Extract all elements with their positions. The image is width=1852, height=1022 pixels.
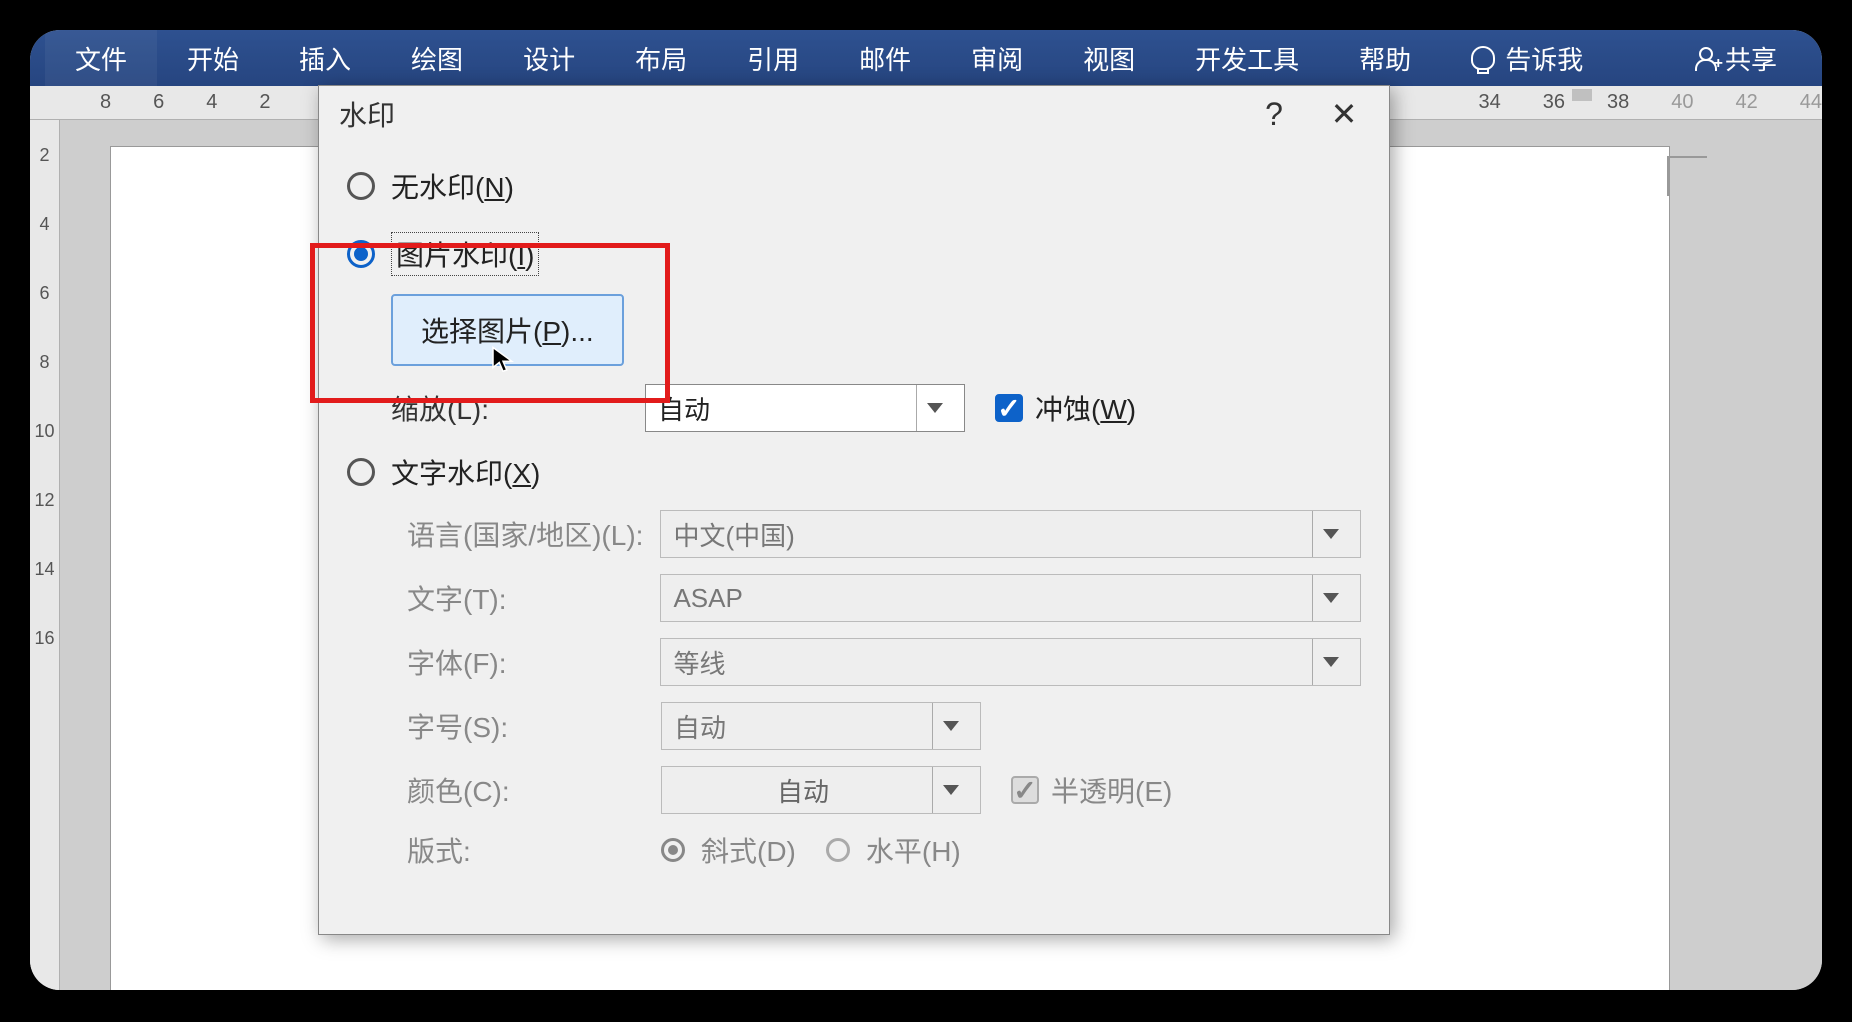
radio-label: 无水印(N): [391, 166, 514, 206]
tell-me-search[interactable]: 告诉我: [1471, 40, 1583, 77]
tab-help[interactable]: 帮助: [1329, 30, 1441, 86]
ruler-tick: 8: [100, 91, 111, 114]
language-label: 语言(国家/地区)(L):: [407, 514, 660, 554]
font-combobox: 等线: [660, 638, 1361, 686]
radio-label: 斜式(D): [701, 830, 796, 870]
margin-indicator-icon[interactable]: [1572, 89, 1592, 101]
combo-value: 自动: [674, 772, 932, 809]
watermark-dialog: 水印 ? ✕ 无水印(N) 图片水印(I) 选择图片(P)... 缩放(L):: [318, 85, 1390, 935]
ruler-tick: 4: [206, 91, 217, 114]
color-combobox: 自动: [661, 766, 981, 814]
ruler-tick: 10: [34, 421, 54, 442]
tab-design[interactable]: 设计: [493, 30, 605, 86]
chevron-down-icon: [916, 385, 952, 431]
radio-label: 图片水印(I): [391, 232, 539, 276]
ruler-tick: 8: [39, 352, 49, 373]
tab-developer[interactable]: 开发工具: [1165, 30, 1329, 86]
chevron-down-icon: [1312, 639, 1348, 685]
combo-value: 等线: [673, 644, 725, 681]
ruler-tick: 16: [34, 628, 54, 649]
page-corner-mark-icon: [1667, 156, 1707, 196]
font-label: 字体(F):: [407, 642, 660, 682]
chevron-down-icon: [1312, 575, 1348, 621]
vertical-ruler: 2 4 6 8 10 12 14 16: [30, 120, 60, 990]
radio-horizontal: 水平(H): [826, 830, 961, 870]
ruler-tick: 6: [153, 91, 164, 114]
tab-view[interactable]: 视图: [1053, 30, 1165, 86]
combo-value: 自动: [658, 390, 710, 427]
radio-icon: [347, 458, 375, 486]
radio-no-watermark[interactable]: 无水印(N): [347, 162, 1361, 210]
ruler-tick: 4: [39, 214, 49, 235]
combo-value: ASAP: [673, 583, 742, 614]
radio-icon: [347, 172, 375, 200]
ruler-tick: 36: [1543, 91, 1565, 114]
text-combobox: ASAP: [660, 574, 1361, 622]
dialog-close-button[interactable]: ✕: [1319, 89, 1369, 139]
dialog-title: 水印: [339, 94, 395, 134]
language-combobox: 中文(中国): [660, 510, 1361, 558]
ruler-tick: 6: [39, 283, 49, 304]
radio-label: 水平(H): [866, 830, 961, 870]
chevron-down-icon: [932, 767, 968, 813]
layout-label: 版式:: [407, 830, 661, 870]
text-label: 文字(T):: [407, 578, 660, 618]
tab-review[interactable]: 审阅: [941, 30, 1053, 86]
lightbulb-icon: [1471, 46, 1495, 70]
person-plus-icon: +: [1695, 47, 1717, 69]
washout-checkbox[interactable]: ✓ 冲蚀(W): [995, 388, 1136, 428]
ruler-tick: 14: [34, 559, 54, 580]
chevron-down-icon: [1312, 511, 1348, 557]
ruler-tick: 40: [1671, 91, 1693, 114]
tab-draw[interactable]: 绘图: [381, 30, 493, 86]
color-label: 颜色(C):: [407, 770, 661, 810]
radio-icon: [347, 240, 375, 268]
checkbox-label: 冲蚀(W): [1035, 388, 1136, 428]
dialog-help-button[interactable]: ?: [1249, 89, 1299, 139]
radio-label: 文字水印(X): [391, 452, 540, 492]
ruler-tick: 2: [39, 145, 49, 166]
combo-value: 中文(中国): [673, 516, 794, 553]
ruler-tick: 38: [1607, 91, 1629, 114]
tab-mailings[interactable]: 邮件: [829, 30, 941, 86]
radio-diagonal: 斜式(D): [661, 830, 796, 870]
checkbox-icon: ✓: [995, 394, 1023, 422]
dialog-body: 无水印(N) 图片水印(I) 选择图片(P)... 缩放(L): 自动 ✓: [319, 142, 1389, 896]
ruler-tick: 44: [1800, 91, 1822, 114]
checkbox-icon: ✓: [1011, 776, 1039, 804]
tell-me-label: 告诉我: [1505, 40, 1583, 77]
tab-insert[interactable]: 插入: [269, 30, 381, 86]
dialog-titlebar[interactable]: 水印 ? ✕: [319, 86, 1389, 142]
radio-icon: [661, 838, 685, 862]
ruler-tick: 2: [259, 91, 270, 114]
tab-references[interactable]: 引用: [717, 30, 829, 86]
ruler-tick: 12: [34, 490, 54, 511]
tab-layout[interactable]: 布局: [605, 30, 717, 86]
share-button[interactable]: + 共享: [1695, 40, 1807, 77]
ruler-tick: 34: [1479, 91, 1501, 114]
radio-picture-watermark[interactable]: 图片水印(I): [347, 230, 1361, 278]
tab-home[interactable]: 开始: [157, 30, 269, 86]
semitransparent-checkbox: ✓ 半透明(E): [1011, 770, 1172, 810]
size-combobox: 自动: [661, 702, 981, 750]
scale-label: 缩放(L):: [391, 388, 645, 428]
tab-file[interactable]: 文件: [45, 30, 157, 86]
ribbon-tab-bar: 文件 开始 插入 绘图 设计 布局 引用 邮件 审阅 视图 开发工具 帮助 告诉…: [30, 30, 1822, 86]
scale-combobox[interactable]: 自动: [645, 384, 965, 432]
ruler-tick: 42: [1736, 91, 1758, 114]
chevron-down-icon: [932, 703, 968, 749]
share-label: 共享: [1725, 40, 1777, 77]
radio-text-watermark[interactable]: 文字水印(X): [347, 448, 1361, 496]
checkbox-label: 半透明(E): [1051, 770, 1172, 810]
combo-value: 自动: [674, 708, 726, 745]
radio-icon: [826, 838, 850, 862]
size-label: 字号(S):: [407, 706, 661, 746]
